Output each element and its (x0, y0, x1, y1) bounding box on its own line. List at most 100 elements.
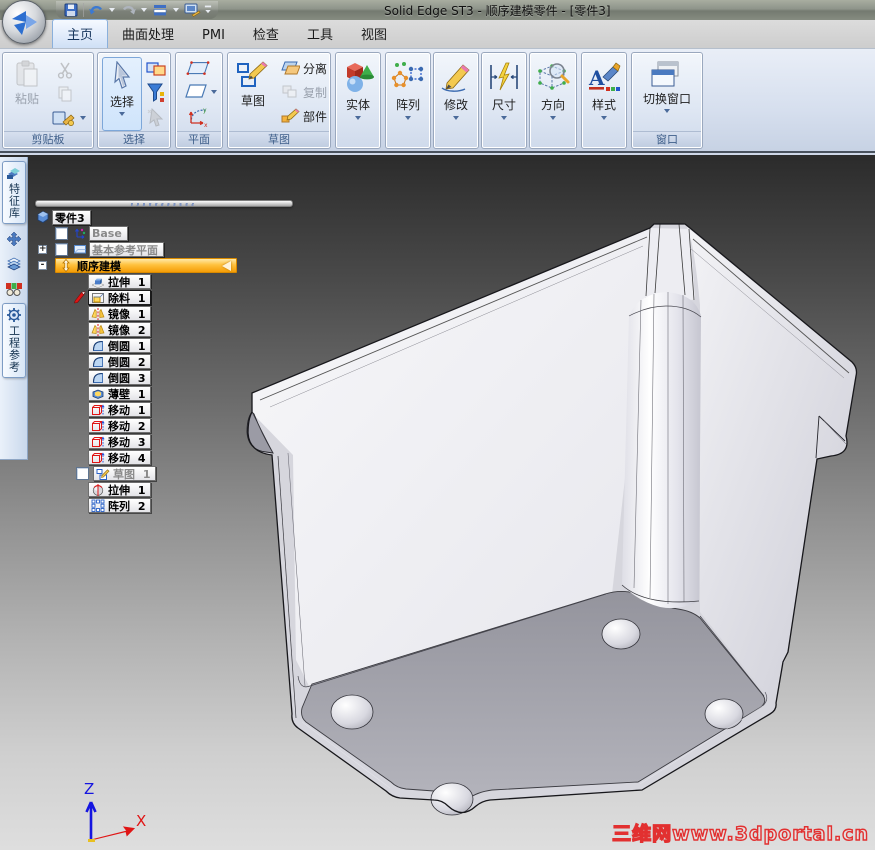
select-filter-button[interactable] (144, 82, 168, 104)
activate-part-button[interactable] (144, 106, 168, 128)
tree-row-3[interactable]: - 顺序建模 (36, 258, 276, 274)
tree-row-10[interactable]: 倒圆 3 (36, 370, 276, 386)
component-button[interactable]: 部件 (280, 105, 327, 127)
tab-5[interactable]: 视图 (347, 20, 401, 48)
tree-row-9[interactable]: 倒圆 2 (36, 354, 276, 370)
style-button[interactable]: A 样式 (584, 55, 624, 146)
undo-button[interactable] (87, 2, 105, 18)
tree-row-2[interactable]: + 基本参考平面 (36, 242, 276, 258)
solids-icon (347, 63, 374, 92)
switch-window-button[interactable]: 切换窗口 (635, 57, 699, 131)
tree-label[interactable]: 基本参考平面 (89, 242, 164, 257)
format-painter-dropdown[interactable] (80, 116, 86, 120)
sidebar-tab-engineering-reference[interactable]: 工程参考 (1, 303, 26, 378)
coordinate-system-button[interactable]: y x (186, 105, 210, 128)
tree-row-17[interactable]: 拉伸 1 (36, 482, 276, 498)
tree-expander[interactable]: + (38, 245, 47, 254)
tree-label[interactable]: 移动 3 (88, 434, 152, 449)
tree-row-11[interactable]: 薄壁 1 (36, 386, 276, 402)
tree-label[interactable]: 草图 1 (93, 466, 157, 481)
tree-checkbox[interactable] (76, 467, 89, 480)
command-list-button[interactable] (151, 2, 169, 18)
duplicate-button[interactable]: 复制 (280, 81, 327, 103)
pathfinder-icon (6, 231, 21, 246)
group-caption-clipboard: 剪贴板 (4, 131, 92, 147)
tree-label[interactable]: 镜像 1 (88, 306, 152, 321)
tree-label[interactable]: 移动 2 (88, 418, 152, 433)
tab-4[interactable]: 工具 (293, 20, 347, 48)
tree-label[interactable]: 阵列 2 (88, 498, 152, 513)
more-planes-button[interactable] (184, 81, 217, 103)
tree-row-7[interactable]: 镜像 2 (36, 322, 276, 338)
mirror-icon (91, 307, 105, 320)
tab-1[interactable]: 曲面处理 (108, 20, 188, 48)
command-list-dropdown[interactable] (172, 2, 180, 18)
sidebar-tab-feature-library[interactable]: 特征库 (1, 161, 26, 224)
save-button[interactable] (62, 2, 80, 18)
graphics-viewport[interactable]: 特征库 工程参考 零件3 Base + 基本参考平面 - 顺序建模 拉伸 1 除… (0, 155, 875, 850)
tree-label[interactable]: 除料 1 (88, 290, 152, 305)
tree-label[interactable]: 移动 1 (88, 402, 152, 417)
ordered-modeling-header[interactable]: 顺序建模 (55, 258, 237, 273)
detach-icon (281, 61, 300, 75)
sidebar-button-sensors[interactable] (3, 278, 25, 299)
tab-pmi[interactable]: PMI (188, 24, 239, 48)
tree-row-0[interactable]: 零件3 (36, 210, 276, 226)
sketch-button[interactable]: 草图 (232, 57, 274, 131)
tree-label[interactable]: 移动 4 (88, 450, 152, 465)
tree-expander[interactable]: - (38, 261, 47, 270)
tree-row-1[interactable]: Base (36, 226, 276, 242)
tree-label[interactable]: 倒圆 1 (88, 338, 152, 353)
paste-button[interactable]: 粘贴 (8, 57, 46, 131)
qat-overflow-button[interactable] (204, 2, 212, 18)
detach-button[interactable]: 分离 (280, 57, 327, 79)
application-button[interactable] (2, 0, 46, 44)
tree-label[interactable]: Base (89, 226, 128, 241)
pattern-button[interactable]: 阵列 (388, 55, 428, 146)
tree-label[interactable]: 拉伸 1 (88, 482, 152, 497)
select-dropdown[interactable] (119, 112, 125, 116)
screen-style-button[interactable] (183, 2, 201, 18)
mirror-icon (91, 323, 105, 336)
box-select-icon (146, 62, 166, 76)
orientation-button[interactable]: 方向 (532, 55, 574, 146)
undo-dropdown[interactable] (108, 2, 116, 18)
dimension-button[interactable]: 尺寸 (484, 55, 524, 146)
sidebar-button-layers[interactable] (3, 253, 25, 274)
format-painter-button[interactable] (51, 107, 86, 129)
tree-row-8[interactable]: 倒圆 1 (36, 338, 276, 354)
tree-label[interactable]: 零件3 (52, 210, 91, 225)
tab-0[interactable]: 主页 (52, 19, 109, 48)
select-tool-button[interactable]: 选择 (102, 57, 142, 131)
tree-row-5[interactable]: 除料 1 (36, 290, 276, 306)
thinwall-icon (92, 389, 104, 399)
format-painter-icon (52, 111, 75, 126)
tree-label[interactable]: 薄壁 1 (88, 386, 152, 401)
tree-checkbox[interactable] (55, 243, 68, 256)
coincident-plane-button[interactable] (186, 58, 210, 80)
tree-label[interactable]: 倒圆 3 (88, 370, 152, 385)
tree-row-14[interactable]: 移动 3 (36, 434, 276, 450)
tree-row-6[interactable]: 镜像 1 (36, 306, 276, 322)
solids-button[interactable]: 实体 (338, 55, 378, 146)
copy-button[interactable] (53, 83, 77, 105)
sidebar-button-pathfinder[interactable] (3, 228, 25, 249)
solid-edge-logo-icon (12, 11, 37, 35)
cut-button[interactable] (53, 59, 77, 81)
tree-row-13[interactable]: 移动 2 (36, 418, 276, 434)
tree-row-18[interactable]: 阵列 2 (36, 498, 276, 514)
redo-button[interactable] (119, 2, 137, 18)
tree-row-15[interactable]: 移动 4 (36, 450, 276, 466)
tree-checkbox[interactable] (55, 227, 68, 240)
tree-row-12[interactable]: 移动 1 (36, 402, 276, 418)
box-select-button[interactable] (144, 58, 168, 80)
planes-dropdown[interactable] (211, 90, 217, 94)
tree-row-4[interactable]: 拉伸 1 (36, 274, 276, 290)
tree-row-16[interactable]: 草图 1 (36, 466, 276, 482)
tab-3[interactable]: 检查 (239, 20, 293, 48)
tree-label[interactable]: 拉伸 1 (88, 274, 152, 289)
tree-label[interactable]: 镜像 2 (88, 322, 152, 337)
tree-label[interactable]: 倒圆 2 (88, 354, 152, 369)
redo-dropdown[interactable] (140, 2, 148, 18)
modify-button[interactable]: 修改 (436, 55, 476, 146)
